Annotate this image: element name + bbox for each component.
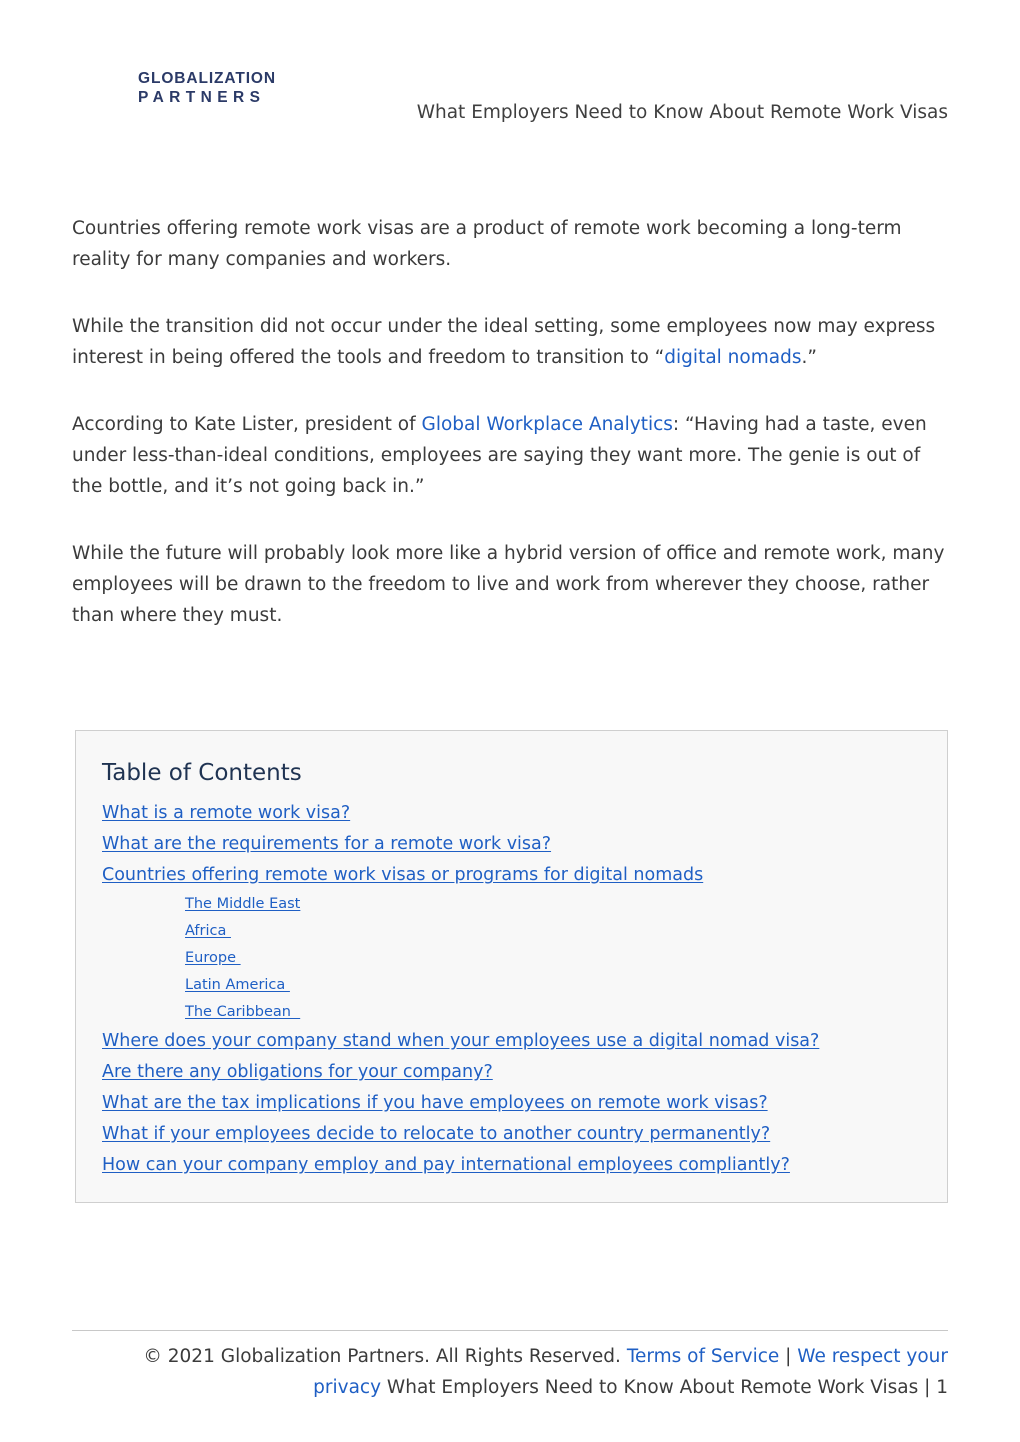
document-body: Countries offering remote work visas are… <box>72 213 948 631</box>
toc-list-item: Latin America <box>102 972 921 999</box>
toc-list-item: What if your employees decide to relocat… <box>102 1119 921 1150</box>
toc-list-item: Countries offering remote work visas or … <box>102 860 921 891</box>
toc-link[interactable]: Africa <box>185 918 231 945</box>
globalization-partners-ring-logo-icon <box>72 60 126 114</box>
table-of-contents-box: Table of Contents What is a remote work … <box>75 730 948 1203</box>
logo-line-partners: PARTNERS <box>138 88 266 106</box>
digital-nomads-link[interactable]: digital nomads <box>664 347 801 368</box>
paragraph-3: According to Kate Lister, president of G… <box>72 409 948 502</box>
footer-doc-title: What Employers Need to Know About Remote… <box>381 1377 937 1398</box>
toc-list-item: What are the tax implications if you hav… <box>102 1088 921 1119</box>
page-footer: © 2021 Globalization Partners. All Right… <box>72 1330 948 1403</box>
toc-link[interactable]: What are the requirements for a remote w… <box>102 829 551 860</box>
toc-link[interactable]: The Caribbean <box>185 999 300 1026</box>
toc-list-item: Africa <box>102 918 921 945</box>
toc-list-item: What are the requirements for a remote w… <box>102 829 921 860</box>
toc-list-item: The Middle East <box>102 891 921 918</box>
table-of-contents-list: What is a remote work visa? What are the … <box>102 798 921 1181</box>
brand-wordmark: GLOBALIZATION PARTNERS <box>138 69 276 105</box>
paragraph-2: While the transition did not occur under… <box>72 311 948 373</box>
footer-copyright: © 2021 Globalization Partners. All Right… <box>143 1346 627 1367</box>
toc-list-item: Where does your company stand when your … <box>102 1026 921 1057</box>
toc-link[interactable]: Where does your company stand when your … <box>102 1026 819 1057</box>
global-workplace-analytics-link[interactable]: Global Workplace Analytics <box>422 414 673 435</box>
toc-list-item: How can your company employ and pay inte… <box>102 1150 921 1181</box>
toc-link[interactable]: Are there any obligations for your compa… <box>102 1057 493 1088</box>
page-header: GLOBALIZATION PARTNERS What Employers Ne… <box>72 60 948 124</box>
footer-text: © 2021 Globalization Partners. All Right… <box>72 1341 948 1403</box>
running-header-title: What Employers Need to Know About Remote… <box>416 102 948 123</box>
footer-page-number: 1 <box>936 1377 948 1398</box>
footer-divider <box>72 1330 948 1331</box>
document-page: GLOBALIZATION PARTNERS What Employers Ne… <box>0 0 1020 1442</box>
paragraph-3-text-before: According to Kate Lister, president of <box>72 414 422 435</box>
paragraph-4: While the future will probably look more… <box>72 543 945 626</box>
paragraph-1: Countries offering remote work visas are… <box>72 218 902 270</box>
toc-link[interactable]: How can your company employ and pay inte… <box>102 1150 790 1181</box>
toc-link[interactable]: What are the tax implications if you hav… <box>102 1088 768 1119</box>
toc-list-item: Europe <box>102 945 921 972</box>
logo-line-globalization: GLOBALIZATION <box>138 70 276 87</box>
footer-separator: | <box>779 1346 798 1367</box>
toc-link[interactable]: Countries offering remote work visas or … <box>102 860 703 891</box>
toc-list-item: Are there any obligations for your compa… <box>102 1057 921 1088</box>
paragraph-2-text-after: .” <box>801 347 817 368</box>
brand-logo: GLOBALIZATION PARTNERS <box>72 60 276 114</box>
toc-link[interactable]: What if your employees decide to relocat… <box>102 1119 770 1150</box>
toc-list-item: The Caribbean <box>102 999 921 1026</box>
toc-link[interactable]: What is a remote work visa? <box>102 798 350 829</box>
toc-link[interactable]: The Middle East <box>185 891 300 918</box>
table-of-contents-title: Table of Contents <box>102 760 302 786</box>
toc-link[interactable]: Europe <box>185 945 241 972</box>
toc-link[interactable]: Latin America <box>185 972 290 999</box>
terms-of-service-link[interactable]: Terms of Service <box>627 1346 779 1367</box>
toc-list-item: What is a remote work visa? <box>102 798 921 829</box>
